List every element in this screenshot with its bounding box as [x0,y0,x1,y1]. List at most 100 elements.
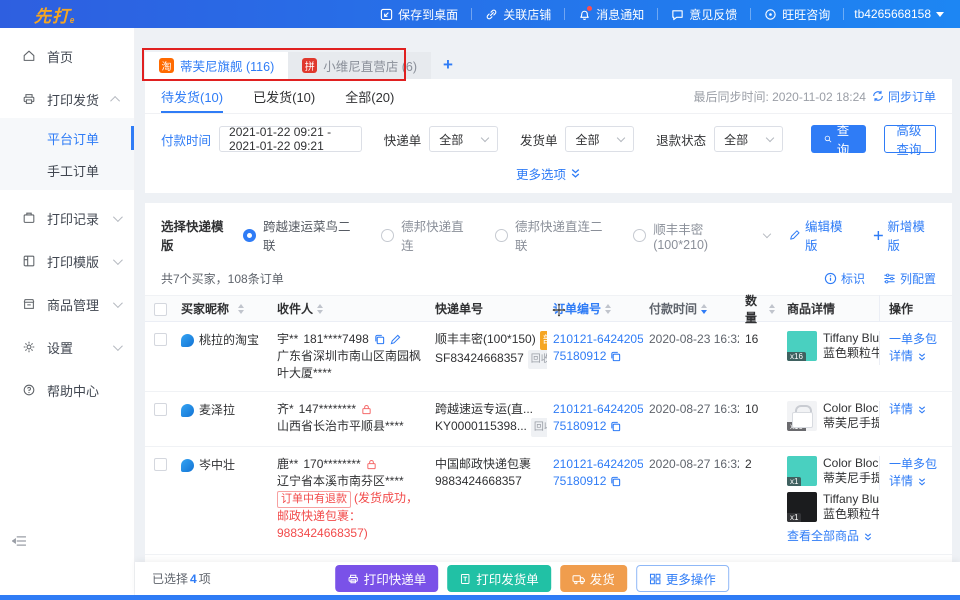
chevron-down-icon[interactable] [763,229,771,237]
feedback-button[interactable]: 意见反馈 [658,0,750,28]
row-checkbox[interactable] [154,458,167,471]
courier-select-value: 全部 [439,131,463,148]
edit-pencil-icon[interactable] [390,334,401,345]
order-number[interactable]: 75180912 [553,348,606,365]
radio-icon[interactable] [633,229,646,242]
copy-icon[interactable] [610,421,621,432]
template-option-debang2[interactable]: 德邦快递直连二联 [515,216,612,254]
more-actions-button[interactable]: 更多操作 [636,565,729,592]
print-shipping-list-button[interactable]: 打印发货单 [447,565,551,592]
add-shop-button[interactable]: + [443,55,453,75]
buyer-nickname[interactable]: 岑中壮 [199,457,235,474]
account-menu[interactable]: tb4265668158 [844,7,960,21]
radio-icon[interactable] [495,229,508,242]
sidebar-item-print-templates[interactable]: 打印模版 [0,246,134,276]
select-all-checkbox[interactable] [154,303,167,316]
save-to-desktop-button[interactable]: 保存到桌面 [367,0,471,28]
column-config-button[interactable]: 列配置 [883,270,936,287]
template-option-debang[interactable]: 德邦快递直连 [401,216,474,254]
tab-all[interactable]: 全部(20) [345,79,394,113]
collapse-sidebar-button[interactable] [12,535,27,547]
template-option-shunfeng[interactable]: 顺丰丰密(100*210) [653,219,755,252]
order-number[interactable]: 210121-6424205 [553,401,643,418]
header-tracking-number[interactable]: 快递单号 [429,300,547,317]
query-button[interactable]: 查询 [811,125,867,153]
sidebar-item-home[interactable]: 首页 [0,41,134,71]
double-chevron-down-icon[interactable] [917,405,927,415]
pay-time-filter-label[interactable]: 付款时间 [161,130,211,149]
more-options-toggle[interactable]: 更多选项 [145,162,952,193]
sync-orders-button[interactable]: 同步订单 [872,88,936,105]
sidebar-item-print-records[interactable]: 打印记录 [0,203,134,233]
multi-package-link[interactable]: 一单多包 [889,456,943,473]
row-checkbox[interactable] [154,403,167,416]
bottom-blue-strip [0,595,960,600]
header-product-details[interactable]: 商品详情 [781,300,879,317]
sidebar-item-manual-orders[interactable]: 手工订单 [0,154,134,186]
copy-icon[interactable] [610,351,621,362]
print-waybill-button[interactable]: 打印快递单 [335,565,439,592]
lock-icon[interactable] [366,459,377,470]
lock-icon[interactable] [361,404,372,415]
double-chevron-down-icon[interactable] [917,477,927,487]
double-chevron-down-icon [570,168,581,179]
header-actions[interactable]: 操作 [879,295,949,322]
ship-doc-select[interactable]: 全部 [565,126,634,152]
recycle-badge[interactable]: 回收 [528,350,547,369]
add-template-button[interactable]: 新增模版 [873,216,936,254]
ship-button[interactable]: 发货 [560,565,627,592]
double-chevron-down-icon[interactable] [863,532,873,542]
double-chevron-down-icon[interactable] [917,352,927,362]
radio-selected-icon[interactable] [243,229,256,242]
shop-tab-xiaoweini[interactable]: 拼 小维尼直营店 (6) [288,52,431,79]
sidebar-item-label: 打印发货 [47,90,113,109]
order-number[interactable]: 75180912 [553,418,606,435]
detail-link[interactable]: 详情 [889,401,943,418]
courier-select[interactable]: 全部 [429,126,498,152]
copy-icon[interactable] [374,334,385,345]
product-name: Tiffany Blue蓝色颗粒牛 [823,492,879,522]
buyer-nickname[interactable]: 麦泽拉 [199,402,235,419]
template-option-kuayue[interactable]: 跨越速运菜鸟二联 [263,216,360,254]
header-quantity[interactable]: 数量 [739,292,781,326]
sidebar-item-settings[interactable]: 设置 [0,332,134,362]
sort-icon[interactable] [238,304,244,314]
sort-icon[interactable] [317,304,323,314]
product-details-cell: x10Color Block蒂芙尼手提 [781,401,879,437]
radio-icon[interactable] [381,229,394,242]
header-pay-time[interactable]: 付款时间 [643,300,739,317]
order-number[interactable]: 210121-6424205 [553,331,643,348]
tab-shipped[interactable]: 已发货(10) [253,79,315,113]
recycle-badge[interactable]: 回收 [531,418,547,437]
order-number[interactable]: 75180912 [553,473,606,490]
buyer-nickname[interactable]: 桃拉的淘宝 [199,332,259,349]
detail-link[interactable]: 详情 [889,473,943,490]
advanced-query-button[interactable]: 高级查询 [884,125,936,153]
sort-icon[interactable] [605,304,611,314]
refund-status-select[interactable]: 全部 [714,126,783,152]
tab-pending-ship[interactable]: 待发货(10) [161,79,223,113]
link-shops-button[interactable]: 关联店铺 [472,0,564,28]
shop-tab-tiffany[interactable]: 淘 蒂芙尼旗舰 (116) [145,52,288,79]
sidebar-item-print-ship[interactable]: 打印发货 [0,84,134,114]
sort-icon[interactable] [701,304,707,314]
sidebar-item-platform-orders[interactable]: 平台订单 [0,122,134,154]
header-buyer-nickname[interactable]: 买家昵称 [175,300,271,317]
notifications-button[interactable]: 消息通知 [565,0,657,28]
edit-template-button[interactable]: 编辑模版 [789,216,853,254]
wangwang-consult-button[interactable]: 旺旺咨询 [751,0,843,28]
sort-icon[interactable] [769,304,775,314]
order-number[interactable]: 210121-6424205 [553,456,643,473]
row-checkbox[interactable] [154,333,167,346]
product-name-line1: Tiffany Blue [823,331,879,346]
sidebar-item-help-center[interactable]: 帮助中心 [0,375,134,405]
copy-icon[interactable] [610,476,621,487]
pay-time-range-input[interactable]: 2021-01-22 09:21 - 2021-01-22 09:21 [219,126,362,152]
multi-package-link[interactable]: 一单多包 [889,331,943,348]
view-all-products-link[interactable]: 查看全部商品 [787,528,873,545]
mark-button[interactable]: 标识 [824,270,865,287]
sidebar-item-product-management[interactable]: 商品管理 [0,289,134,319]
action-buttons: 打印快递单 打印发货单 发货 更多操作 [335,565,729,592]
header-recipient[interactable]: 收件人 [271,300,429,317]
detail-link[interactable]: 详情 [889,348,943,365]
